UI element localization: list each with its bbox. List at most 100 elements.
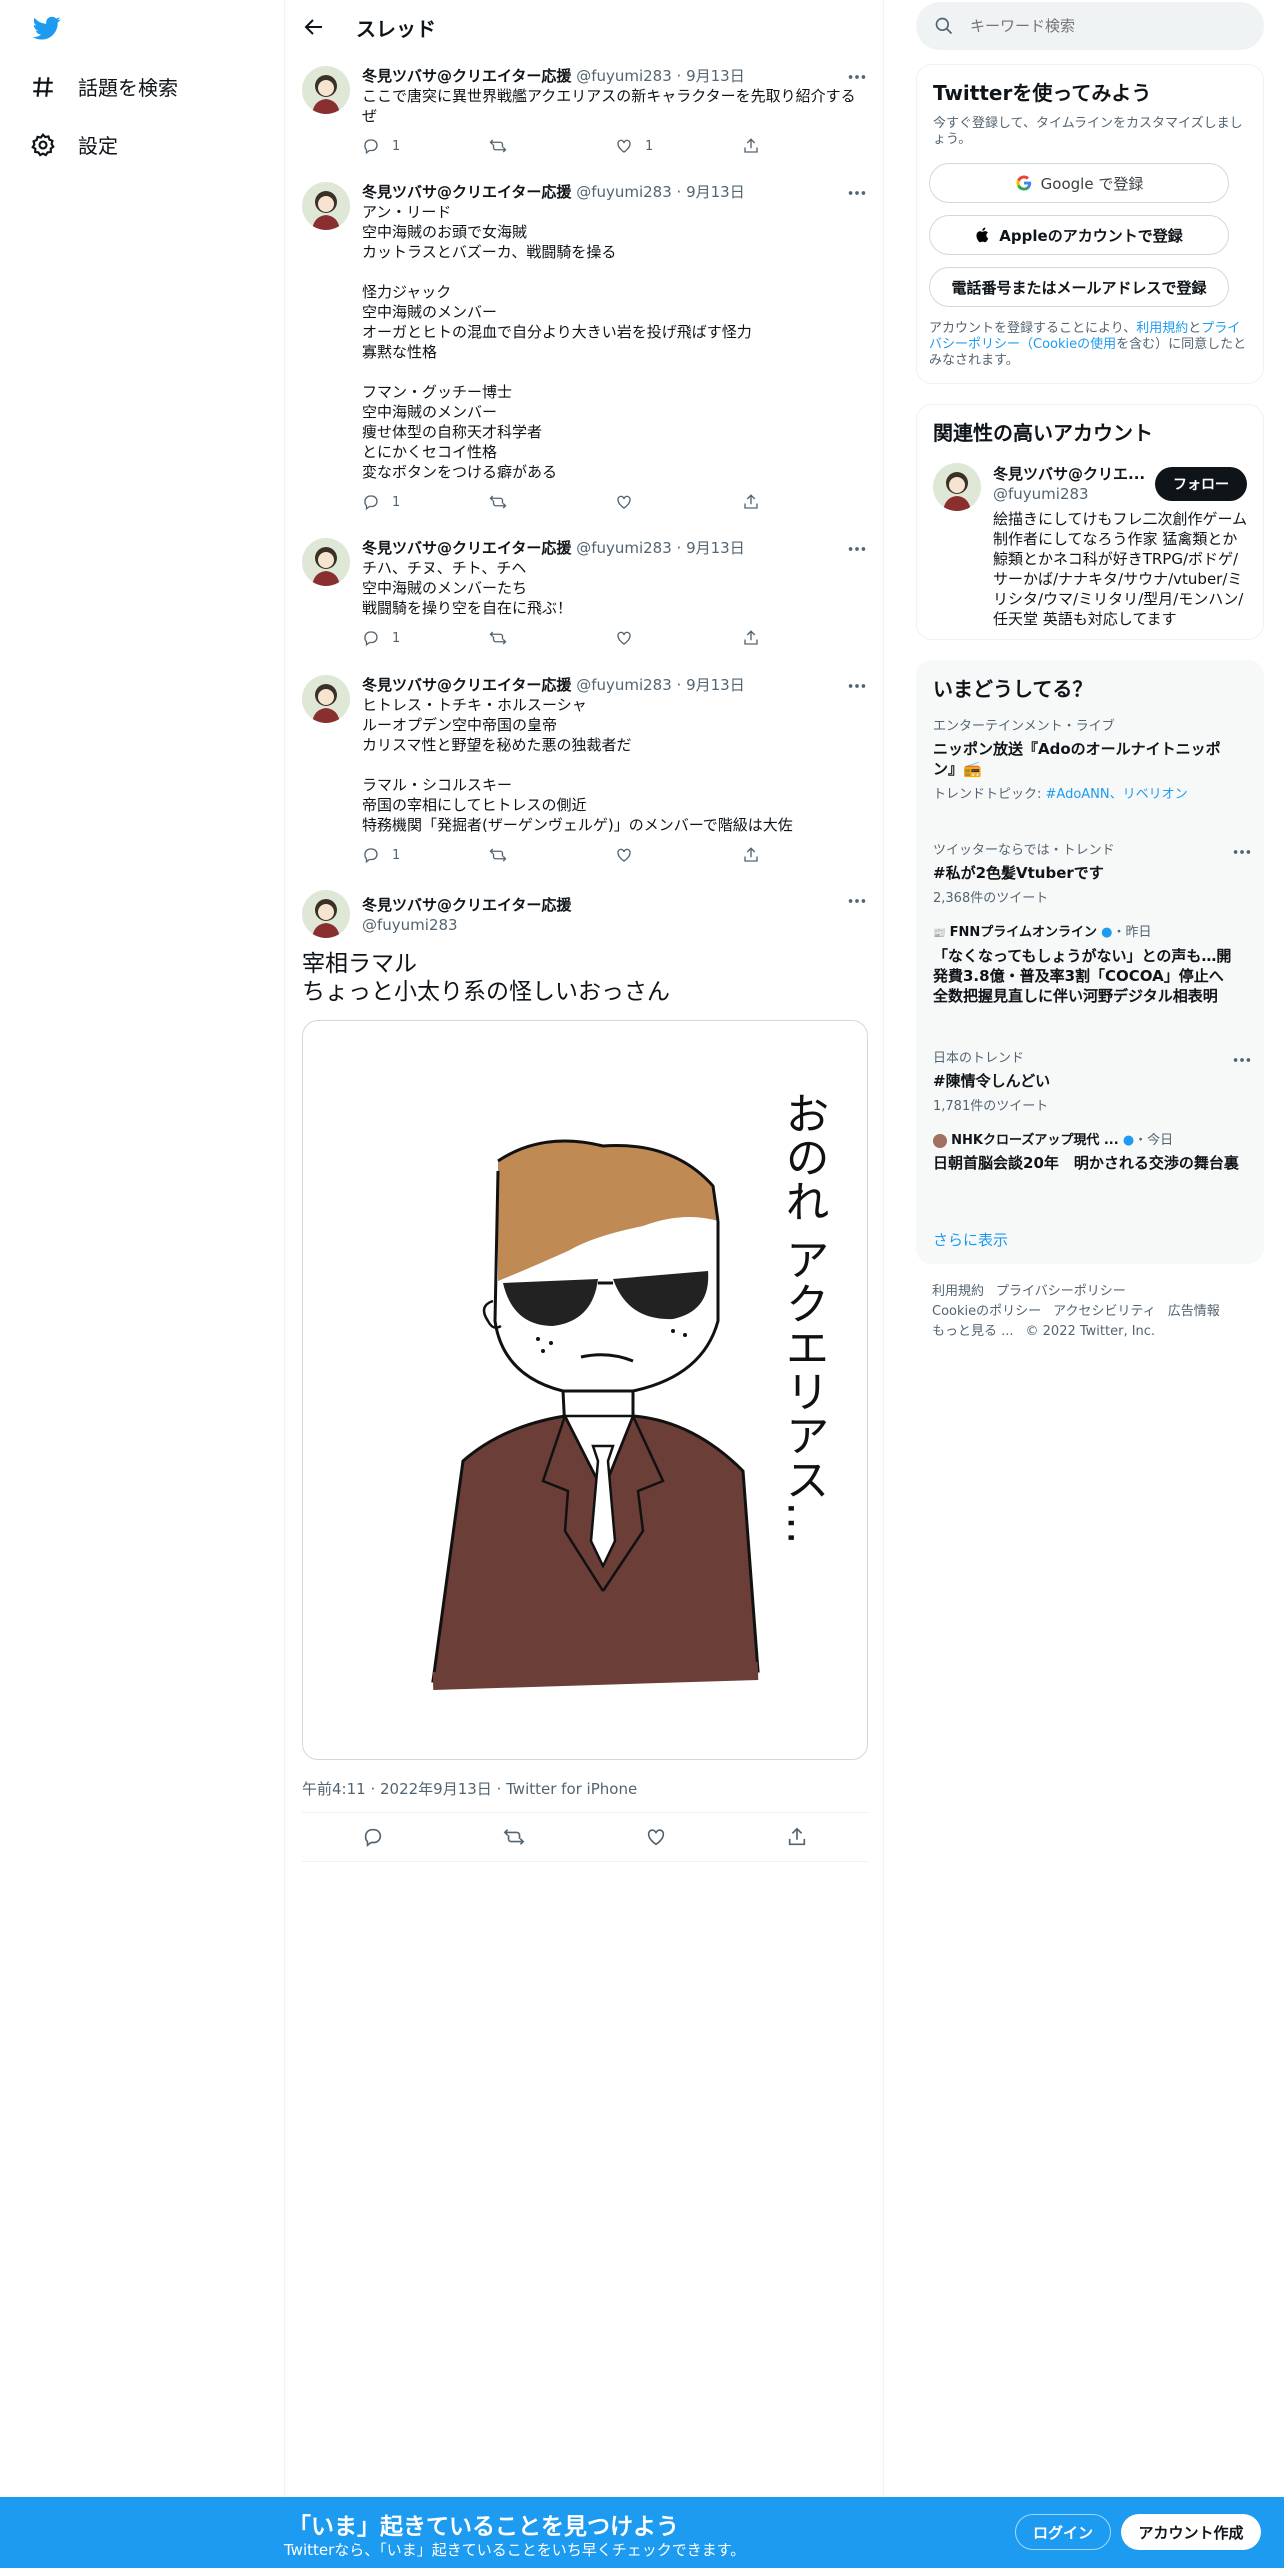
apple-signup-button[interactable]: Appleのアカウントで登録 (929, 215, 1229, 255)
tweet-image[interactable]: おのれ アクエリアス… (302, 1020, 868, 1760)
reply-button[interactable]: 1 (362, 493, 489, 511)
twitter-logo-icon[interactable] (30, 14, 64, 42)
author-handle[interactable]: @fuyumi283 (576, 675, 672, 695)
footer-ads-link[interactable]: 広告情報 (1168, 1304, 1220, 1319)
nav-settings[interactable]: 設定 (30, 130, 118, 159)
google-icon (1016, 175, 1031, 191)
follow-button[interactable]: フォロー (1155, 467, 1247, 501)
more-options-icon[interactable] (846, 892, 868, 910)
thread-tweet[interactable]: 冬見ツバサ@クリエイター応援 @fuyumi283 · 9月13日 ここで唐突に異… (302, 66, 868, 178)
more-options-icon[interactable] (846, 68, 868, 86)
author-handle[interactable]: @fuyumi283 (576, 538, 672, 558)
like-icon[interactable] (645, 1826, 667, 1848)
terms-link[interactable]: 利用規約 (1136, 321, 1188, 336)
tweet-time[interactable]: 午前4:11 (302, 1780, 366, 1798)
google-signup-button[interactable]: Google で登録 (929, 163, 1229, 203)
author-name[interactable]: 冬見ツバサ@クリエイター応援 (362, 66, 571, 86)
thread-tweet[interactable]: 冬見ツバサ@クリエイター応援 @fuyumi283 · 9月13日 アン・リード … (302, 182, 868, 532)
apple-icon (976, 227, 989, 243)
reply-icon[interactable] (362, 1826, 384, 1848)
thread-tweet[interactable]: 冬見ツバサ@クリエイター応援 @fuyumi283 · 9月13日 ヒトレス・トチ… (302, 675, 868, 875)
author-name[interactable]: 冬見ツバサ@クリエイター応援 (362, 182, 571, 202)
tweet-date[interactable]: 2022年9月13日 (380, 1780, 492, 1798)
footer-accessibility-link[interactable]: アクセシビリティ (1053, 1304, 1156, 1319)
author-handle[interactable]: @fuyumi283 (576, 182, 672, 202)
retweet-button[interactable] (489, 493, 616, 511)
author-handle[interactable]: @fuyumi283 (362, 916, 458, 934)
reply-button[interactable]: 1 (362, 137, 489, 155)
share-button[interactable] (742, 629, 869, 647)
search-input[interactable] (970, 17, 1230, 35)
reply-count: 1 (392, 847, 401, 863)
like-icon (617, 495, 631, 509)
share-button[interactable] (742, 493, 869, 511)
thread-tweet[interactable]: 冬見ツバサ@クリエイター応援 @fuyumi283 · 9月13日 チハ、チヌ、チ… (302, 538, 868, 670)
share-icon[interactable] (786, 1826, 808, 1848)
show-more-link[interactable]: さらに表示 (933, 1229, 1008, 1250)
author-name[interactable]: 冬見ツバサ@クリエイター応援 (362, 538, 571, 558)
trend-sub: トレンドトピック: #AdoANN、リベリオン (933, 783, 1243, 802)
tweet-date[interactable]: 9月13日 (686, 182, 745, 202)
retweet-icon[interactable] (503, 1826, 525, 1848)
nav-explore[interactable]: 話題を検索 (30, 72, 178, 101)
share-button[interactable] (742, 846, 869, 864)
signup-title: Twitterを使ってみよう (933, 81, 1152, 105)
footer-cookie-link[interactable]: Cookieのポリシー (932, 1304, 1041, 1319)
avatar[interactable] (302, 182, 350, 230)
like-button[interactable]: 1 (615, 137, 742, 155)
phone-signup-button[interactable]: 電話番号またはメールアドレスで登録 (929, 267, 1229, 307)
like-button[interactable] (615, 493, 742, 511)
login-button[interactable]: ログイン (1015, 2514, 1111, 2550)
news-item[interactable]: 📰 FNNプライムオンライン ●・昨日 「なくなってもしょうがない」との声も…開… (933, 925, 1243, 1006)
retweet-button[interactable] (489, 846, 616, 864)
related-avatar[interactable] (933, 463, 981, 511)
trend-item[interactable]: ツイッターならでは・トレンド #私が2色髪Vtuberです 2,368件のツイー… (933, 843, 1251, 906)
trend-item[interactable]: 日本のトレンド #陳情令しんどい 1,781件のツイート (933, 1051, 1251, 1114)
tweet-date[interactable]: 9月13日 (686, 66, 745, 86)
search-bar[interactable] (916, 2, 1264, 50)
back-arrow-icon[interactable] (302, 15, 326, 39)
trend-category: ツイッターならでは・トレンド (933, 843, 1115, 858)
footer-privacy-link[interactable]: プライバシーポリシー (996, 1284, 1126, 1299)
more-options-icon[interactable] (846, 184, 868, 202)
related-name[interactable]: 冬見ツバサ@クリエ... (993, 463, 1145, 484)
trend-title: #陳情令しんどい (933, 1072, 1051, 1090)
share-button[interactable] (742, 137, 869, 155)
trend-count: 2,368件のツイート (933, 891, 1049, 906)
reply-icon (364, 139, 378, 155)
author-handle[interactable]: @fuyumi283 (576, 66, 672, 86)
more-options-icon[interactable] (1231, 1051, 1253, 1069)
author-name[interactable]: 冬見ツバサ@クリエイター応援 (362, 894, 571, 915)
news-item[interactable]: NHKクローズアップ現代 ... ●・今日 日朝首脳会談20年 明かされる交渉の… (933, 1133, 1243, 1173)
more-options-icon[interactable] (846, 677, 868, 695)
separator-dot: · (671, 183, 687, 201)
trend-topic-link[interactable]: #AdoANN、リベリオン (1046, 787, 1188, 802)
related-handle[interactable]: @fuyumi283 (993, 485, 1089, 503)
tweet-date[interactable]: 9月13日 (686, 675, 745, 695)
tweet-actions: 1 (362, 628, 868, 648)
more-options-icon[interactable] (1231, 843, 1253, 861)
avatar[interactable] (302, 675, 350, 723)
avatar[interactable] (302, 890, 350, 938)
author-name[interactable]: 冬見ツバサ@クリエイター応援 (362, 675, 571, 695)
avatar-image (302, 66, 350, 114)
like-button[interactable] (615, 629, 742, 647)
signup-button[interactable]: アカウント作成 (1121, 2514, 1261, 2550)
reply-button[interactable]: 1 (362, 629, 489, 647)
trend-item[interactable]: エンターテインメント・ライブ ニッポン放送『Adoのオールナイトニッポン』📻 ト… (933, 719, 1243, 802)
news-time: ・昨日 (1112, 925, 1152, 940)
trend-category: 日本のトレンド (933, 1051, 1025, 1066)
footer-more-link[interactable]: もっと見る ... (932, 1324, 1014, 1339)
tweet-date[interactable]: 9月13日 (686, 538, 745, 558)
tweet-header: 冬見ツバサ@クリエイター応援 @fuyumi283 · 9月13日 (362, 675, 868, 695)
like-button[interactable] (615, 846, 742, 864)
reply-button[interactable]: 1 (362, 846, 489, 864)
reply-icon (364, 848, 378, 864)
retweet-button[interactable] (489, 629, 616, 647)
avatar[interactable] (302, 66, 350, 114)
retweet-button[interactable] (489, 137, 616, 155)
more-options-icon[interactable] (846, 540, 868, 558)
signup-subtitle: 今すぐ登録して、タイムラインをカスタマイズしましょう。 (933, 116, 1243, 147)
avatar[interactable] (302, 538, 350, 586)
footer-terms-link[interactable]: 利用規約 (932, 1284, 984, 1299)
